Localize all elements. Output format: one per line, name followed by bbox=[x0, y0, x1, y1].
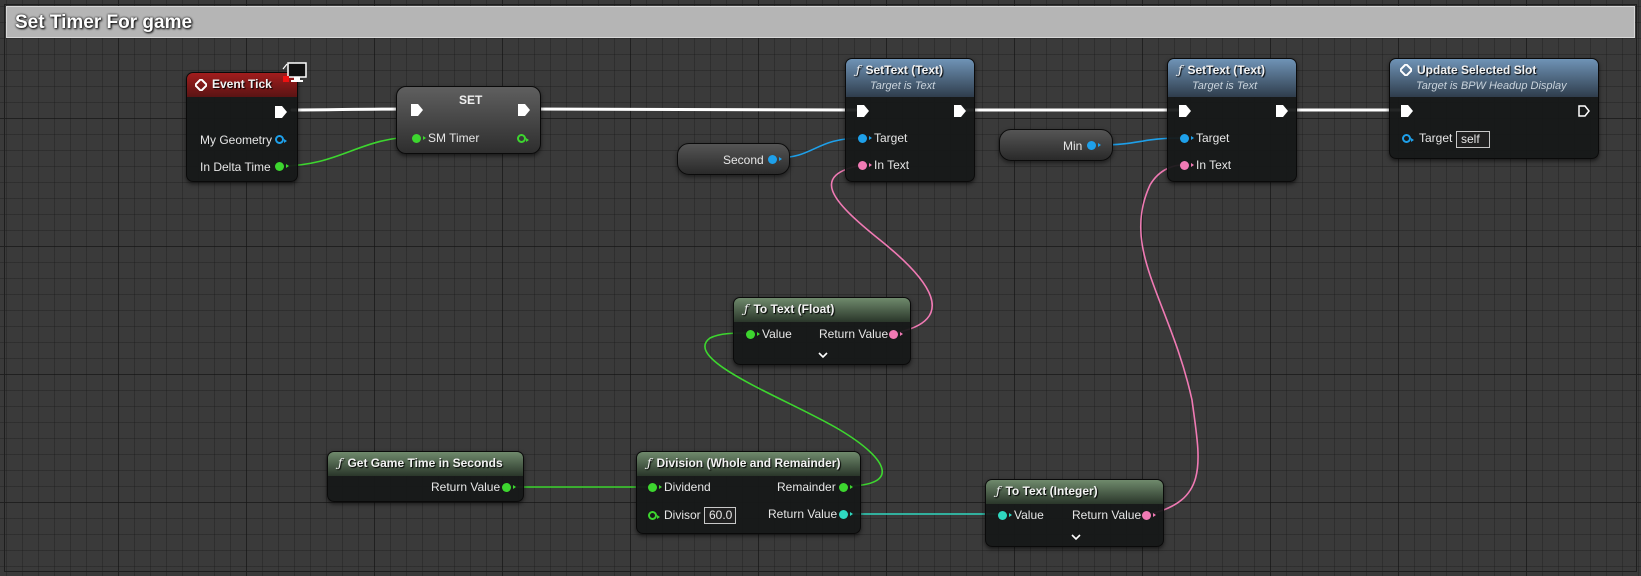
event-tick-node[interactable]: Event Tick My Geometry In Delta Time bbox=[186, 72, 298, 182]
function-f-icon: ƒ bbox=[996, 484, 1001, 498]
pin-label-target: Target bbox=[1419, 131, 1453, 145]
get-game-time-node[interactable]: ƒ Get Game Time in Seconds Return Value bbox=[327, 451, 524, 502]
pin-label-in-delta-time: In Delta Time bbox=[200, 160, 271, 174]
pin-label-sm-timer: SM Timer bbox=[428, 131, 480, 145]
return-value-pin[interactable] bbox=[839, 510, 853, 519]
settext-2-subtitle: Target is Text bbox=[1192, 80, 1258, 92]
settext-1-title: SetText (Text) bbox=[865, 63, 944, 77]
pin-label-target: Target bbox=[874, 131, 908, 145]
get-game-time-header[interactable]: ƒ Get Game Time in Seconds bbox=[328, 452, 523, 476]
event-tick-title: Event Tick bbox=[212, 77, 272, 91]
sm-timer-out-pin[interactable] bbox=[517, 134, 529, 143]
event-tick-header[interactable]: Event Tick bbox=[187, 73, 297, 97]
to-text-float-title: To Text (Float) bbox=[753, 302, 835, 316]
value-pin[interactable] bbox=[998, 511, 1012, 520]
function-f-icon: ƒ bbox=[338, 456, 343, 470]
return-value-pin[interactable] bbox=[889, 330, 903, 339]
target-pin[interactable] bbox=[858, 134, 872, 143]
remainder-pin[interactable] bbox=[839, 483, 853, 492]
graph-canvas[interactable]: Set Timer For game Event Tick My Geometr… bbox=[0, 0, 1641, 576]
function-f-icon: ƒ bbox=[744, 302, 749, 316]
exec-out-pin[interactable] bbox=[518, 104, 530, 116]
my-geometry-pin[interactable] bbox=[275, 135, 287, 144]
exec-wire bbox=[290, 107, 413, 112]
function-f-icon: ƒ bbox=[1178, 63, 1183, 77]
division-title: Division (Whole and Remainder) bbox=[656, 456, 841, 470]
set-node-title: SET bbox=[459, 93, 483, 107]
in-text-pin[interactable] bbox=[858, 161, 872, 170]
event-diamond-icon bbox=[195, 79, 207, 91]
pin-label-in-text: In Text bbox=[1196, 158, 1232, 172]
in-delta-time-pin[interactable] bbox=[275, 162, 289, 171]
get-game-time-title: Get Game Time in Seconds bbox=[347, 456, 503, 470]
event-diamond-icon bbox=[1400, 64, 1412, 76]
pin-label-value: Value bbox=[1014, 508, 1044, 522]
pin-label-return-value: Return Value bbox=[768, 507, 838, 521]
update-selected-slot-node[interactable]: Update Selected Slot Target is BPW Headu… bbox=[1389, 58, 1599, 159]
target-pin[interactable] bbox=[1402, 134, 1414, 143]
set-node[interactable]: SET SM Timer bbox=[396, 86, 541, 154]
to-text-integer-node[interactable]: ƒ To Text (Integer) Value Return Value bbox=[985, 479, 1164, 547]
exec-in-pin[interactable] bbox=[1179, 105, 1191, 117]
update-slot-title: Update Selected Slot bbox=[1417, 63, 1537, 77]
settext-node-2[interactable]: ƒ SetText (Text) Target is Text Target In… bbox=[1167, 58, 1297, 182]
second-out-pin[interactable] bbox=[768, 155, 782, 164]
update-slot-subtitle: Target is BPW Headup Display bbox=[1416, 80, 1567, 92]
settext-1-header[interactable]: ƒ SetText (Text) Target is Text bbox=[846, 59, 974, 97]
target-self-field[interactable]: self bbox=[1456, 131, 1490, 148]
exec-wire bbox=[525, 107, 858, 112]
to-text-float-node[interactable]: ƒ To Text (Float) Value Return Value bbox=[733, 297, 911, 365]
dividend-pin[interactable] bbox=[648, 483, 662, 492]
exec-out-pin[interactable] bbox=[1578, 105, 1590, 117]
pin-label-remainder: Remainder bbox=[777, 480, 836, 494]
pin-label-in-text: In Text bbox=[874, 158, 910, 172]
pin-label-target: Target bbox=[1196, 131, 1230, 145]
min-variable-label: Min bbox=[1063, 139, 1083, 153]
return-value-pin[interactable] bbox=[1142, 511, 1156, 520]
function-f-icon: ƒ bbox=[647, 456, 652, 470]
settext-1-subtitle: Target is Text bbox=[870, 80, 936, 92]
chevron-down-icon[interactable] bbox=[818, 352, 828, 360]
settext-2-header[interactable]: ƒ SetText (Text) Target is Text bbox=[1168, 59, 1296, 97]
in-text-pin[interactable] bbox=[1180, 161, 1194, 170]
target-pin[interactable] bbox=[1180, 134, 1194, 143]
pin-label-value: Value bbox=[762, 327, 792, 341]
exec-in-pin[interactable] bbox=[411, 104, 423, 116]
pin-label-my-geometry: My Geometry bbox=[200, 133, 273, 147]
settext-node-1[interactable]: ƒ SetText (Text) Target is Text Target In… bbox=[845, 58, 975, 182]
pin-label-return-value: Return Value bbox=[819, 327, 889, 341]
exec-in-pin[interactable] bbox=[1401, 105, 1413, 117]
divisor-pin[interactable] bbox=[648, 511, 660, 520]
chevron-down-icon[interactable] bbox=[1071, 534, 1081, 542]
return-value-pin[interactable] bbox=[502, 483, 516, 492]
exec-out-pin[interactable] bbox=[954, 105, 966, 117]
sm-timer-in-pin[interactable] bbox=[412, 134, 426, 143]
second-variable-node[interactable]: Second bbox=[677, 143, 790, 175]
exec-out-pin[interactable] bbox=[275, 106, 287, 118]
to-text-float-header[interactable]: ƒ To Text (Float) bbox=[734, 298, 910, 322]
exec-out-pin[interactable] bbox=[1276, 105, 1288, 117]
to-text-integer-title: To Text (Integer) bbox=[1005, 484, 1098, 498]
pin-label-dividend: Dividend bbox=[664, 480, 711, 494]
exec-in-pin[interactable] bbox=[857, 105, 869, 117]
division-node[interactable]: ƒ Division (Whole and Remainder) Dividend… bbox=[636, 451, 861, 534]
monitor-icon bbox=[282, 62, 308, 84]
value-pin[interactable] bbox=[746, 330, 760, 339]
update-slot-header[interactable]: Update Selected Slot Target is BPW Headu… bbox=[1390, 59, 1598, 97]
division-header[interactable]: ƒ Division (Whole and Remainder) bbox=[637, 452, 860, 476]
settext-2-title: SetText (Text) bbox=[1187, 63, 1266, 77]
pin-label-return-value: Return Value bbox=[431, 480, 501, 494]
second-variable-label: Second bbox=[723, 153, 764, 167]
min-out-pin[interactable] bbox=[1087, 141, 1101, 150]
divisor-value-field[interactable]: 60.0 bbox=[704, 507, 736, 524]
text-wire bbox=[1140, 164, 1199, 515]
pin-label-return-value: Return Value bbox=[1072, 508, 1142, 522]
function-f-icon: ƒ bbox=[856, 63, 861, 77]
to-text-integer-header[interactable]: ƒ To Text (Integer) bbox=[986, 480, 1163, 504]
min-variable-node[interactable]: Min bbox=[999, 129, 1113, 161]
pin-label-divisor: Divisor bbox=[664, 508, 701, 522]
